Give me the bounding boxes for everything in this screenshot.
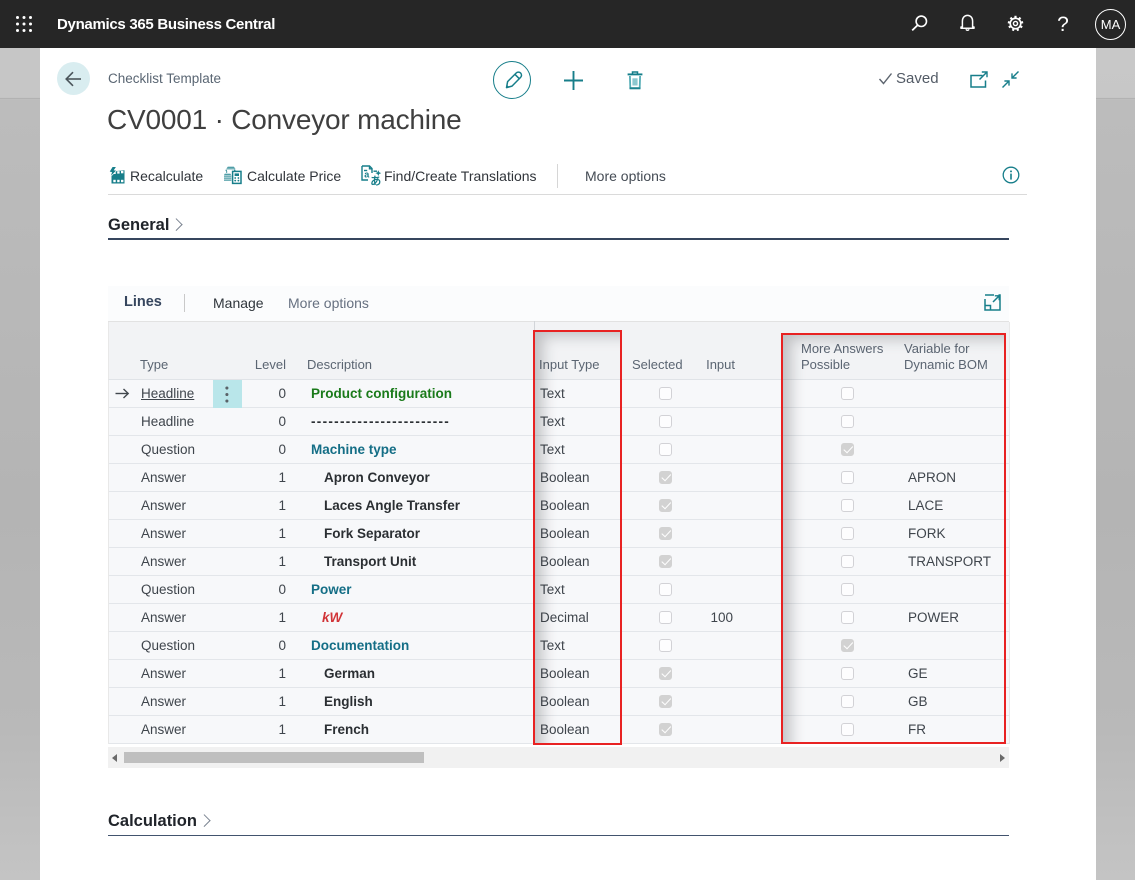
- svg-text:あ: あ: [370, 175, 381, 187]
